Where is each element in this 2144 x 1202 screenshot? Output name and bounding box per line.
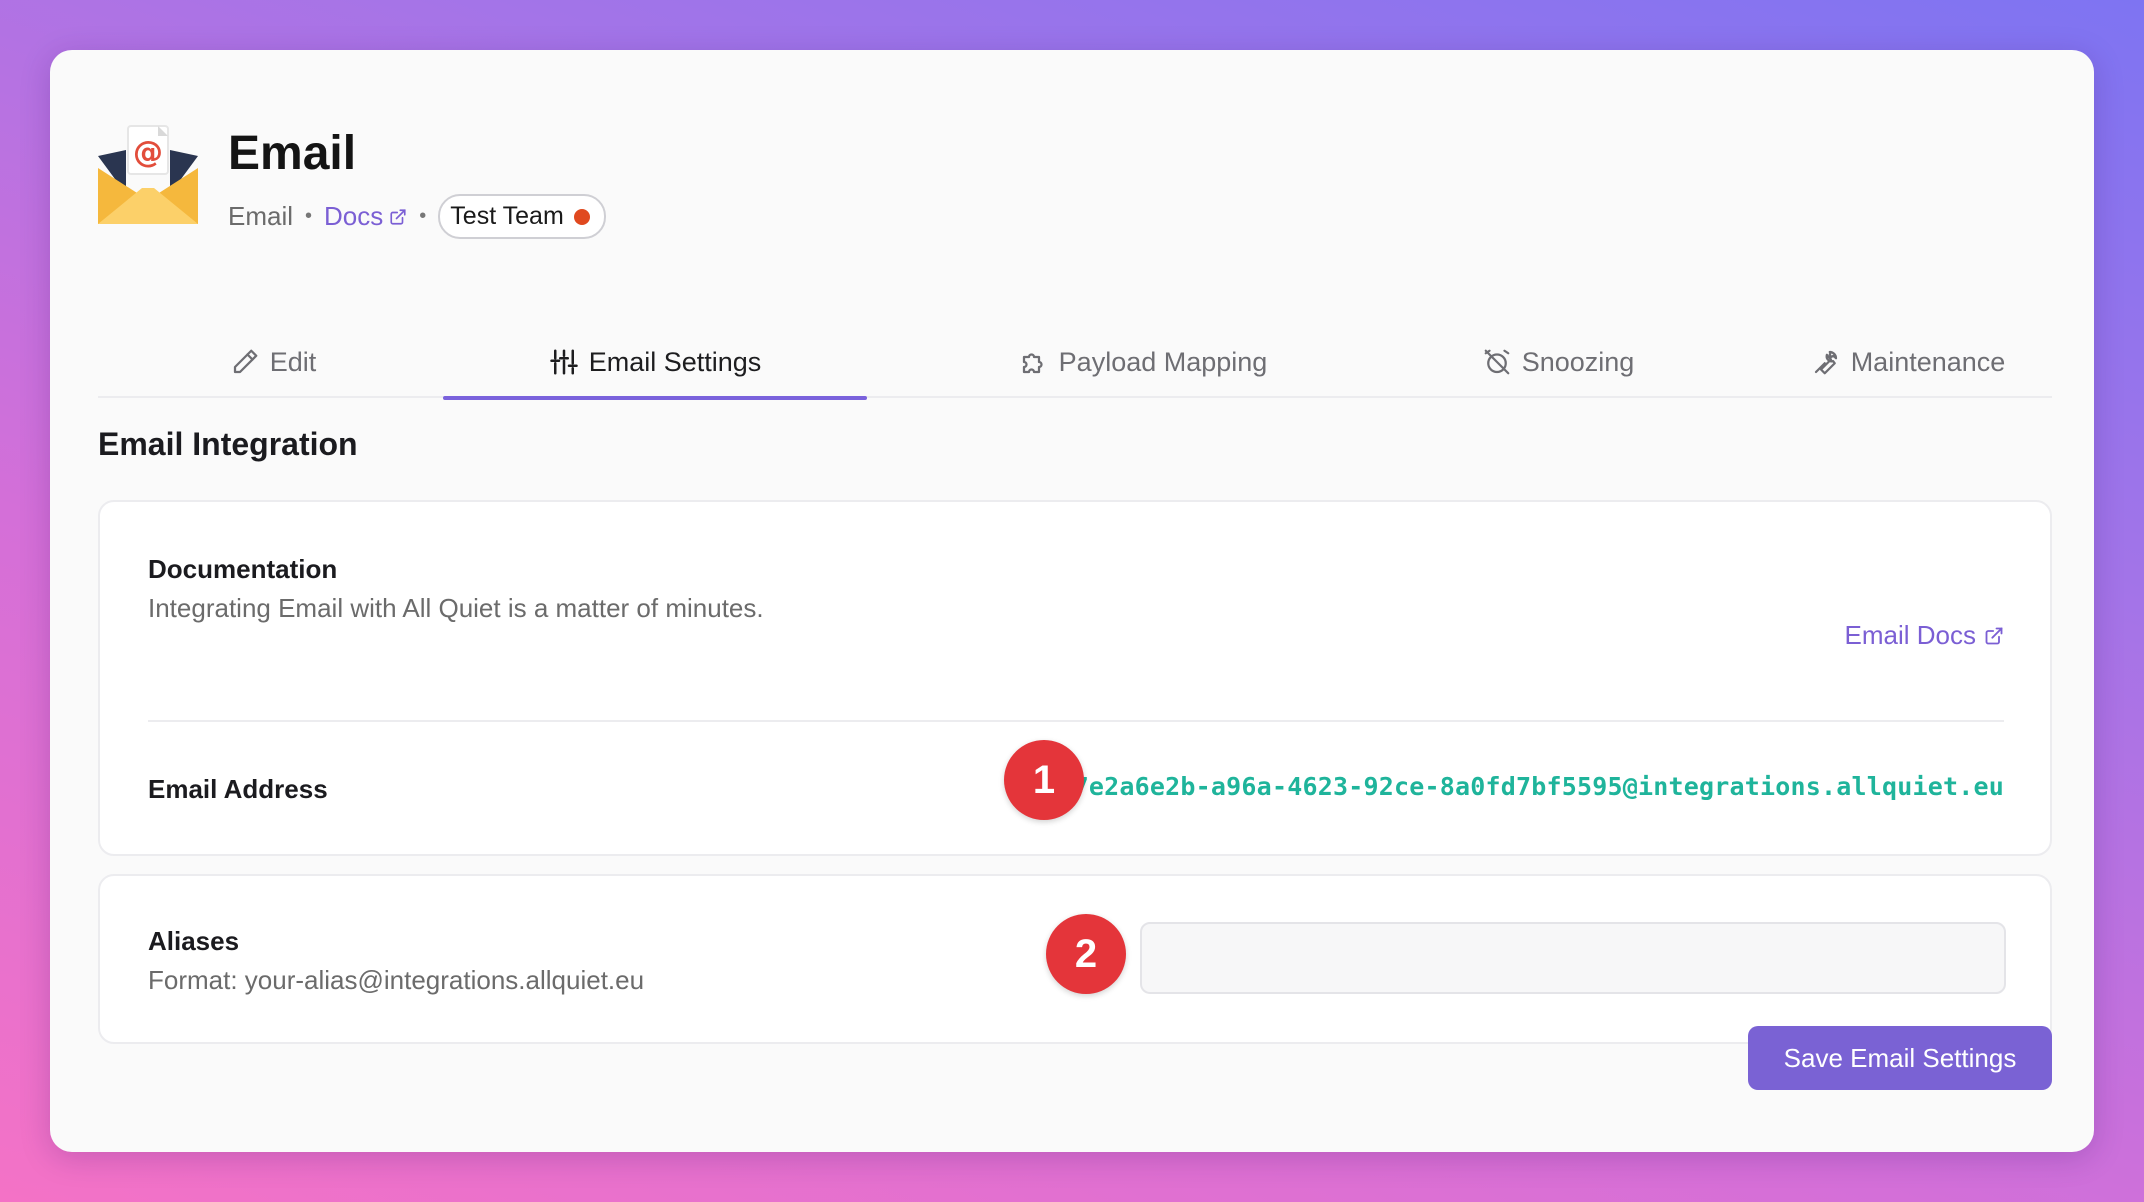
documentation-description: Integrating Email with All Quiet is a ma…: [148, 593, 764, 623]
annotation-badge-2: 2: [1046, 914, 1126, 994]
email-docs-label: Email Docs: [1844, 620, 1976, 650]
email-address-value[interactable]: 7e2a6e2b-a96a-4623-92ce-8a0fd7bf5595@int…: [1074, 772, 2004, 801]
email-docs-link[interactable]: Email Docs: [1845, 620, 2004, 651]
tab-label: Maintenance: [1850, 346, 2006, 377]
tab-label: Edit: [269, 346, 317, 377]
section-title: Email Integration: [98, 426, 358, 462]
integration-card: @ Email Email • Docs • Test Team Edit Em…: [50, 50, 2094, 1152]
pencil-icon: [233, 349, 258, 374]
tab-label: Email Settings: [588, 346, 762, 377]
team-badge[interactable]: Test Team: [438, 194, 606, 239]
aliases-row: Aliases Format: your-alias@integrations.…: [148, 926, 644, 996]
settings-tabs: Edit Email Settings Payload Mapping Snoo…: [98, 326, 2052, 400]
documentation-label: Documentation: [148, 554, 338, 584]
tab-snoozing[interactable]: Snoozing: [1398, 326, 1718, 398]
sliders-icon: [549, 349, 578, 375]
team-status-dot: [573, 208, 590, 225]
integration-type: Email: [228, 201, 294, 231]
save-email-settings-button[interactable]: Save Email Settings: [1748, 1026, 2052, 1090]
external-link-icon: [1985, 627, 2003, 644]
puzzle-icon: [1022, 353, 1043, 374]
tab-maintenance[interactable]: Maintenance: [1768, 326, 2048, 398]
email-envelope-icon: @: [98, 125, 198, 224]
tab-payload-mapping[interactable]: Payload Mapping: [918, 326, 1368, 398]
page-title: Email: [228, 127, 357, 180]
divider: [148, 720, 2004, 722]
aliases-format-hint: Format: your-alias@integrations.allquiet…: [148, 965, 645, 995]
docs-link-label: Docs: [324, 201, 384, 231]
aliases-label: Aliases: [148, 926, 240, 956]
documentation-row: Documentation Integrating Email with All…: [148, 554, 764, 624]
separator: •: [305, 205, 313, 227]
aliases-input[interactable]: [1140, 922, 2006, 994]
tab-label: Payload Mapping: [1058, 346, 1268, 377]
tab-edit[interactable]: Edit: [158, 326, 388, 398]
page-header: @ Email Email • Docs • Test Team: [96, 120, 606, 239]
tab-label: Snoozing: [1521, 346, 1635, 377]
email-address-label: Email Address: [148, 774, 328, 804]
docs-link[interactable]: Docs: [324, 201, 407, 232]
svg-text:@: @: [133, 135, 163, 170]
team-name: Test Team: [450, 202, 564, 230]
alarm-off-icon: [1484, 349, 1510, 375]
breadcrumb: Email • Docs • Test Team: [228, 194, 606, 239]
tab-email-settings[interactable]: Email Settings: [443, 326, 867, 400]
wrench-icon: [1814, 350, 1837, 375]
external-link-icon: [390, 208, 406, 225]
annotation-badge-1: 1: [1004, 740, 1084, 820]
separator: •: [419, 205, 427, 227]
